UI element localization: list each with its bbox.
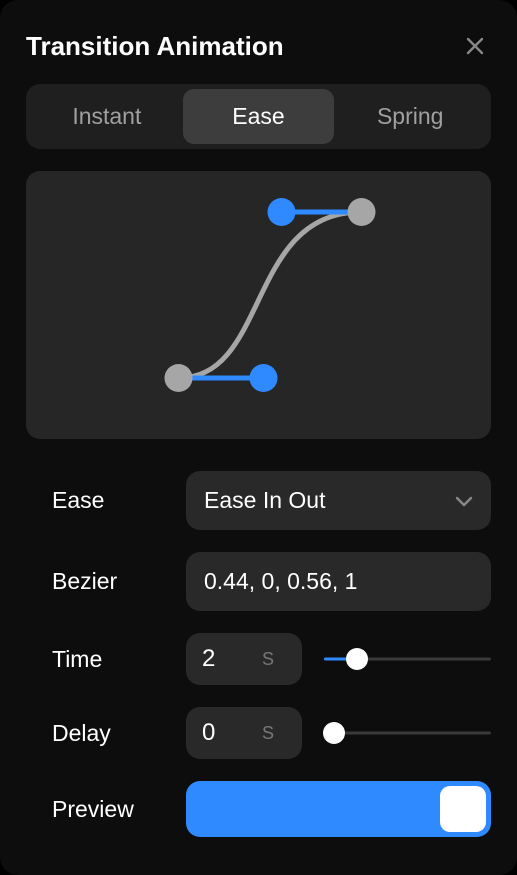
time-label: Time [26,646,186,673]
preview-label: Preview [26,796,186,823]
delay-row: Delay S [26,707,491,759]
ease-select[interactable]: Ease In Out [186,471,491,530]
bezier-curve-graphic [26,171,491,439]
bezier-curve-editor[interactable] [26,171,491,439]
bezier-handle-2[interactable] [268,198,296,226]
delay-label: Delay [26,720,186,747]
bezier-handle-1[interactable] [250,364,278,392]
tab-spring[interactable]: Spring [334,89,486,144]
ease-label: Ease [26,487,186,514]
preview-toggle[interactable] [186,781,491,837]
preview-row: Preview [26,781,491,837]
chevron-down-icon [455,495,473,507]
ease-select-value: Ease In Out [204,487,325,514]
animation-type-tabs: Instant Ease Spring [26,84,491,149]
delay-unit: S [262,723,274,744]
delay-slider[interactable] [324,721,491,745]
bezier-label: Bezier [26,568,186,595]
delay-slider-thumb[interactable] [323,722,345,744]
time-unit: S [262,649,274,670]
close-button[interactable] [459,30,491,62]
time-value[interactable] [202,645,252,673]
time-slider[interactable] [324,647,491,671]
delay-field[interactable]: S [186,707,302,759]
delay-slider-track [324,732,491,735]
close-icon [466,37,484,55]
panel-title: Transition Animation [26,31,284,62]
delay-value[interactable] [202,719,252,747]
time-row: Time S [26,633,491,685]
bezier-input[interactable] [186,552,491,611]
time-slider-thumb[interactable] [346,648,368,670]
tab-instant[interactable]: Instant [31,89,183,144]
time-field[interactable]: S [186,633,302,685]
bezier-endpoint-end[interactable] [348,198,376,226]
tab-ease[interactable]: Ease [183,89,335,144]
transition-animation-panel: Transition Animation Instant Ease Spring… [0,0,517,875]
bezier-endpoint-start[interactable] [165,364,193,392]
bezier-row: Bezier [26,552,491,611]
preview-toggle-knob [440,786,486,832]
ease-row: Ease Ease In Out [26,471,491,530]
panel-header: Transition Animation [26,20,491,62]
